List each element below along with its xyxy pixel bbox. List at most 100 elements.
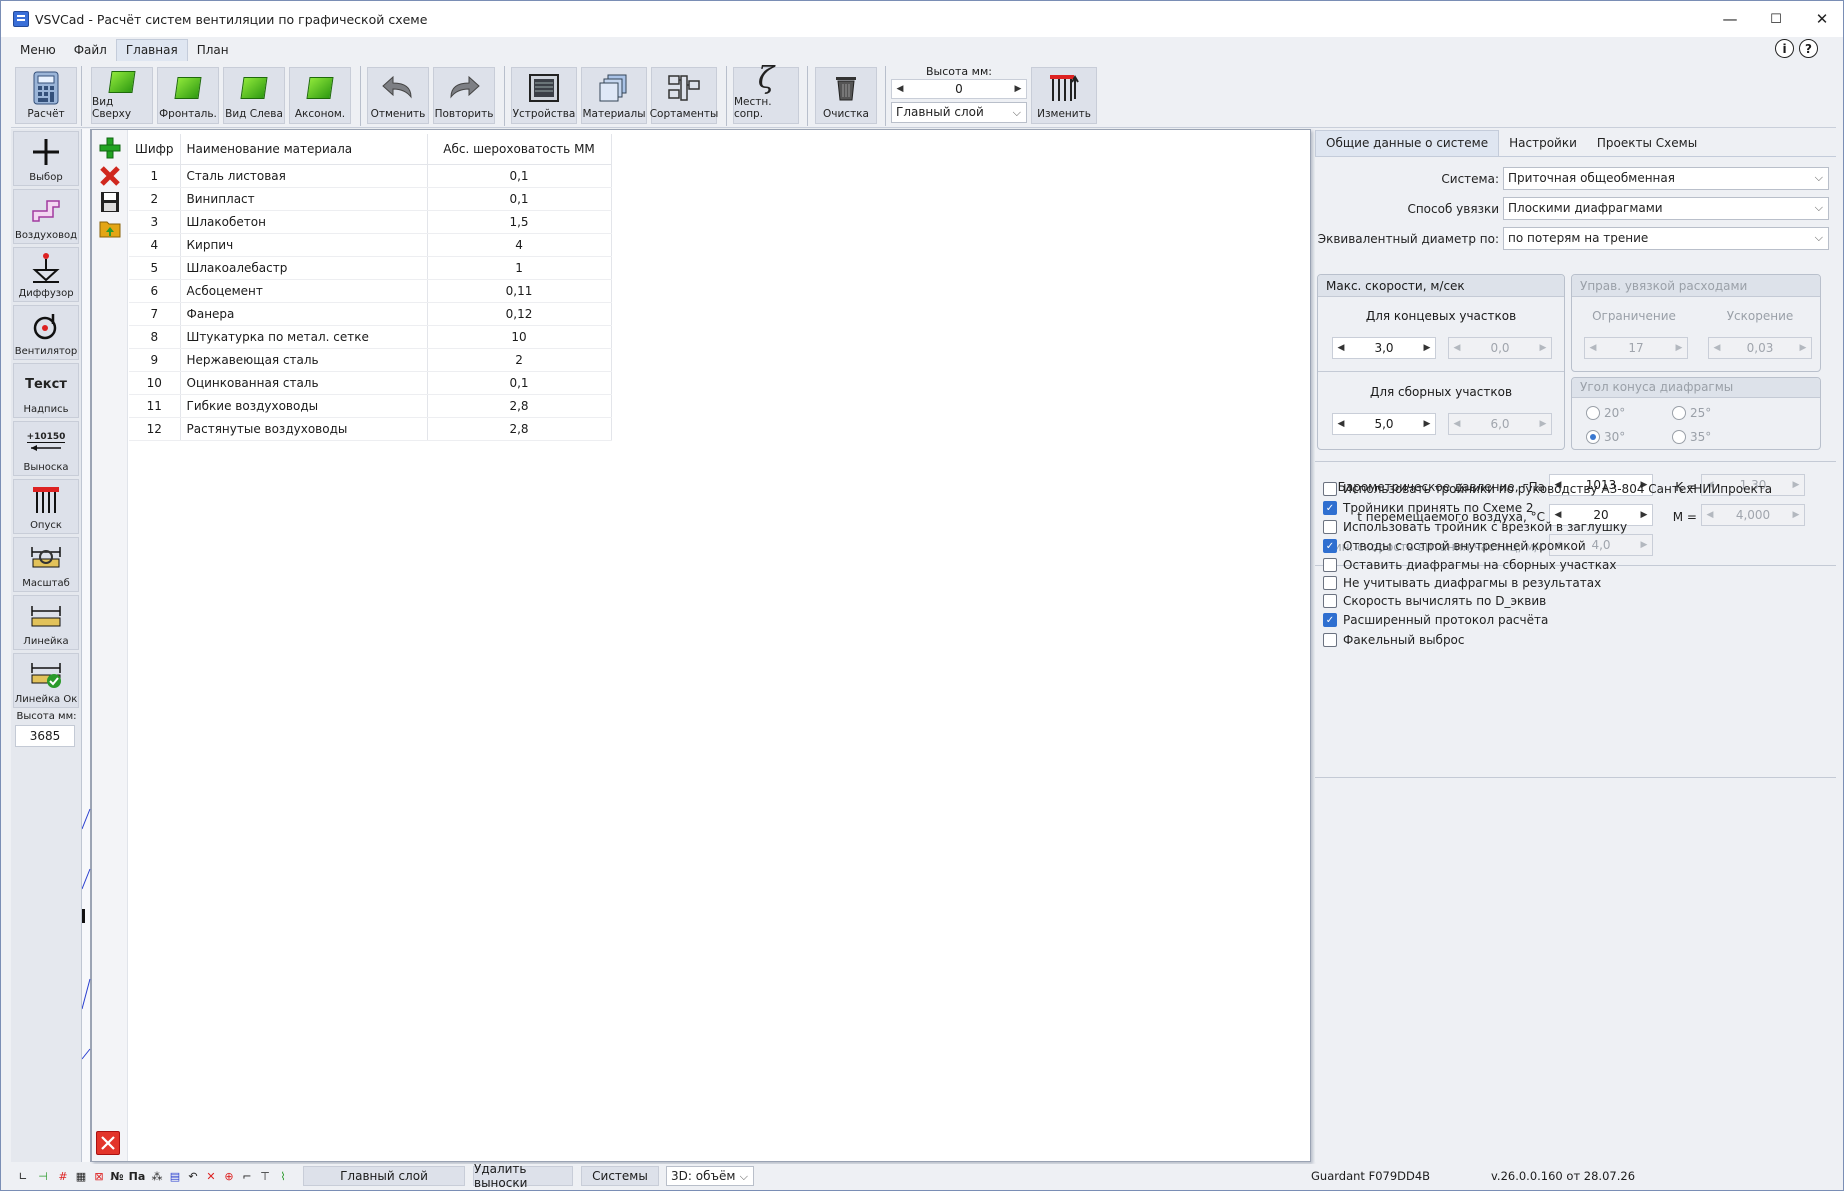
- table-row[interactable]: 3 Шлакобетон 1,5: [129, 210, 612, 234]
- checked-icon[interactable]: ✓: [1323, 539, 1337, 553]
- table-row[interactable]: 12 Растянутые воздуховоды 2,8: [129, 417, 612, 441]
- cell-code[interactable]: 10: [129, 371, 181, 395]
- cell-code[interactable]: 12: [129, 417, 181, 441]
- cell-roughness[interactable]: 2,8: [427, 394, 612, 418]
- col-name[interactable]: Наименование материала: [180, 134, 428, 165]
- menu-home[interactable]: Главная: [115, 39, 188, 61]
- delete-leaders-button[interactable]: Удалить выноски: [473, 1162, 573, 1190]
- menu-file[interactable]: Файл: [65, 40, 116, 61]
- layer-button[interactable]: Главный слой: [303, 1166, 465, 1186]
- table-row[interactable]: 10 Оцинкованная сталь 0,1: [129, 371, 612, 395]
- table-row[interactable]: 8 Штукатурка по метал. сетке 10: [129, 325, 612, 349]
- cell-code[interactable]: 2: [129, 187, 181, 211]
- decrease-icon[interactable]: ◀: [1333, 343, 1349, 353]
- option-checkbox[interactable]: ✓ Отводы с острой внутренней кромкой: [1323, 539, 1586, 553]
- collect-speed-spinner[interactable]: ◀ 5,0 ▶: [1332, 413, 1436, 435]
- select-tool-button[interactable]: Выбор: [13, 131, 79, 186]
- cell-name[interactable]: Фанера: [180, 302, 428, 326]
- change-button[interactable]: Изменить: [1031, 67, 1097, 124]
- cell-roughness[interactable]: 0,1: [427, 187, 612, 211]
- delete-row-icon[interactable]: [98, 164, 122, 188]
- system-select[interactable]: Приточная общеобменная ⌵: [1503, 167, 1829, 190]
- decrease-icon[interactable]: ◀: [892, 84, 908, 94]
- clean-button[interactable]: Очистка: [815, 67, 877, 124]
- cell-roughness[interactable]: 0,1: [427, 164, 612, 188]
- view-left-button[interactable]: Вид Слева: [223, 67, 285, 124]
- tab-general[interactable]: Общие данные о системе: [1315, 130, 1500, 156]
- calc-button[interactable]: Расчёт: [15, 67, 77, 124]
- table-row[interactable]: 9 Нержавеющая сталь 2: [129, 348, 612, 372]
- checked-icon[interactable]: ✓: [1323, 613, 1337, 627]
- cell-roughness[interactable]: 2: [427, 348, 612, 372]
- snap-icon[interactable]: ⊣: [35, 1168, 51, 1184]
- option-checkbox[interactable]: Скорость вычислять по D_эквив: [1323, 594, 1546, 608]
- unchecked-icon[interactable]: [1323, 633, 1337, 647]
- scale-tool-button[interactable]: Масштаб: [13, 537, 79, 592]
- cell-roughness[interactable]: 2,8: [427, 417, 612, 441]
- view-mode-select[interactable]: 3D: объём ⌵: [666, 1166, 754, 1186]
- menu-plan[interactable]: План: [188, 40, 238, 61]
- view-axon-button[interactable]: Аксоном.: [289, 67, 351, 124]
- leader-small-icon[interactable]: ↶: [185, 1168, 201, 1184]
- fan-tool-button[interactable]: Вентилятор: [13, 305, 79, 360]
- link-method-select[interactable]: Плоскими диафрагмами ⌵: [1503, 197, 1829, 220]
- cell-code[interactable]: 3: [129, 210, 181, 234]
- cell-code[interactable]: 8: [129, 325, 181, 349]
- increase-icon[interactable]: ▶: [1419, 343, 1435, 353]
- layer-select[interactable]: Главный слой ⌵: [891, 102, 1027, 123]
- table-row[interactable]: 4 Кирпич 4: [129, 233, 612, 257]
- materials-button[interactable]: Материалы: [581, 67, 647, 124]
- table-row[interactable]: 7 Фанера 0,12: [129, 302, 612, 326]
- view-front-button[interactable]: Фронталь.: [157, 67, 219, 124]
- unchecked-icon[interactable]: [1323, 594, 1337, 608]
- cell-name[interactable]: Штукатурка по метал. сетке: [180, 325, 428, 349]
- cell-code[interactable]: 7: [129, 302, 181, 326]
- cell-name[interactable]: Растянутые воздуховоды: [180, 417, 428, 441]
- cell-roughness[interactable]: 0,12: [427, 302, 612, 326]
- cell-name[interactable]: Нержавеющая сталь: [180, 348, 428, 372]
- menu-main[interactable]: Меню: [11, 40, 65, 61]
- bend-icon[interactable]: ⌐: [239, 1168, 255, 1184]
- option-checkbox[interactable]: Оставить диафрагмы на сборных участках: [1323, 558, 1617, 572]
- unchecked-icon[interactable]: [1323, 520, 1337, 534]
- table-row[interactable]: 1 Сталь листовая 0,1: [129, 164, 612, 188]
- cell-code[interactable]: 1: [129, 164, 181, 188]
- target-icon[interactable]: ⊕: [221, 1168, 237, 1184]
- cell-roughness[interactable]: 10: [427, 325, 612, 349]
- table-row[interactable]: 5 Шлакоалебастр 1: [129, 256, 612, 280]
- tab-settings[interactable]: Настройки: [1499, 131, 1587, 156]
- cell-code[interactable]: 9: [129, 348, 181, 372]
- ruler-tool-button[interactable]: Линейка: [13, 595, 79, 650]
- cell-code[interactable]: 4: [129, 233, 181, 257]
- save-icon[interactable]: [98, 190, 122, 214]
- cell-code[interactable]: 5: [129, 256, 181, 280]
- height-spinner[interactable]: ◀ 0 ▶: [891, 79, 1027, 99]
- increase-icon[interactable]: ▶: [1010, 84, 1026, 94]
- cell-name[interactable]: Шлакобетон: [180, 210, 428, 234]
- cell-name[interactable]: Шлакоалебастр: [180, 256, 428, 280]
- undo-button[interactable]: Отменить: [367, 67, 429, 124]
- cell-roughness[interactable]: 0,11: [427, 279, 612, 303]
- eq-diameter-select[interactable]: по потерям на трение ⌵: [1503, 227, 1829, 250]
- height-mm-input[interactable]: 3685: [15, 725, 75, 747]
- cell-name[interactable]: Винипласт: [180, 187, 428, 211]
- view-top-button[interactable]: Вид Сверху: [91, 67, 153, 124]
- cell-roughness[interactable]: 4: [427, 233, 612, 257]
- maximize-button[interactable]: ☐: [1753, 1, 1799, 37]
- increase-icon[interactable]: ▶: [1419, 419, 1435, 429]
- redo-button[interactable]: Повторить: [433, 67, 495, 124]
- table-row[interactable]: 11 Гибкие воздуховоды 2,8: [129, 394, 612, 418]
- decrease-icon[interactable]: ◀: [1333, 419, 1349, 429]
- local-resistance-button[interactable]: ζ Местн. сопр.: [733, 61, 799, 124]
- unchecked-icon[interactable]: [1323, 576, 1337, 590]
- cell-code[interactable]: 6: [129, 279, 181, 303]
- decrease-icon[interactable]: ◀: [1550, 510, 1566, 520]
- systems-button[interactable]: Системы: [581, 1166, 659, 1186]
- diffuser-tool-button[interactable]: Диффузор: [13, 247, 79, 302]
- dots-icon[interactable]: ⁂: [149, 1168, 165, 1184]
- cell-name[interactable]: Гибкие воздуховоды: [180, 394, 428, 418]
- cell-roughness[interactable]: 0,1: [427, 371, 612, 395]
- increase-icon[interactable]: ▶: [1636, 510, 1652, 520]
- duct-tool-button[interactable]: Воздуховод: [13, 189, 79, 244]
- ruler-ok-tool-button[interactable]: Линейка Ок: [13, 653, 79, 708]
